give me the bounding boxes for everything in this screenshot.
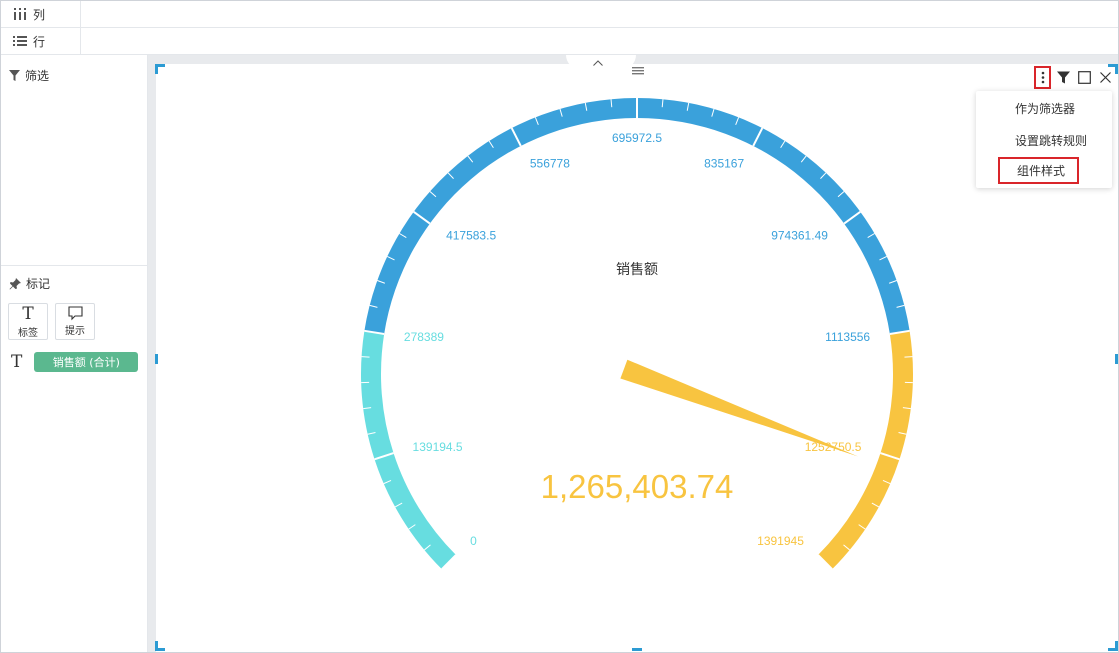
speech-bubble-icon (67, 306, 83, 321)
gauge-tick-label: 139194.5 (413, 440, 463, 454)
filter-section-title: 筛选 (9, 67, 49, 84)
rows-shelf-header: 行 (1, 28, 81, 54)
menu-item-use-as-filter[interactable]: 作为筛选器 (976, 94, 1112, 122)
left-panel: 筛选 标记 T 标签 提示 T 销售额 (合计) (1, 55, 148, 652)
close-icon[interactable] (1097, 66, 1114, 89)
filter-title: 筛选 (25, 69, 50, 83)
gauge-tick-label: 695972.5 (612, 131, 662, 145)
label-mark-text: 标签 (18, 327, 38, 339)
menu-item-jump-rules[interactable]: 设置跳转规则 (976, 126, 1112, 154)
widget-context-menu: 作为筛选器 设置跳转规则 组件样式 (976, 91, 1112, 188)
label-field-row: T 销售额 (合计) (11, 352, 139, 372)
gauge-chart[interactable]: 0 139194.5 278389 417583.5 556778 695972.5 835… (156, 64, 1118, 652)
gauge-minor-tick (904, 356, 913, 358)
gauge-tick-label: 278389 (404, 330, 444, 344)
columns-label: 列 (33, 7, 46, 22)
gauge-tick-label: 1113556 (825, 330, 870, 344)
mark-title: 标记 (26, 277, 51, 291)
gauge-pointer (620, 359, 859, 457)
mark-section-title: 标记 (9, 275, 50, 292)
columns-icon (14, 8, 26, 20)
text-icon: T (22, 303, 34, 324)
square-icon[interactable] (1076, 66, 1093, 89)
menu-item-component-style[interactable]: 组件样式 (998, 157, 1079, 184)
gauge-tick-label: 0 (470, 534, 477, 548)
rows-icon (13, 36, 27, 46)
rows-label: 行 (33, 34, 46, 49)
gauge-value: 1,265,403.74 (541, 468, 734, 505)
tooltip-mark-text: 提示 (65, 326, 85, 337)
gauge-tick-label: 1391945 (757, 534, 804, 548)
widget-toolbar (1034, 66, 1114, 89)
gauge-tick-label: 974361.49 (771, 228, 828, 242)
filter-icon[interactable] (1055, 66, 1072, 89)
section-divider (1, 265, 148, 266)
filter-icon (9, 70, 20, 81)
tooltip-mark-button[interactable]: 提示 (55, 303, 95, 340)
gauge-tick-label: 835167 (704, 157, 744, 171)
label-mark-button[interactable]: T 标签 (8, 303, 48, 340)
rows-shelf[interactable]: 行 (1, 28, 1118, 55)
gauge-title: 销售额 (616, 261, 658, 277)
gauge-tick-label: 417583.5 (446, 228, 496, 242)
field-pill-sales[interactable]: 销售额 (合计) (34, 352, 139, 372)
text-icon: T (11, 352, 23, 372)
more-vertical-icon[interactable] (1034, 66, 1051, 89)
columns-shelf-header: 列 (1, 1, 81, 27)
gauge-minor-tick (361, 356, 370, 358)
gauge-tick-label: 556778 (530, 157, 570, 171)
columns-shelf[interactable]: 列 (1, 1, 1118, 28)
pin-icon (9, 277, 21, 289)
